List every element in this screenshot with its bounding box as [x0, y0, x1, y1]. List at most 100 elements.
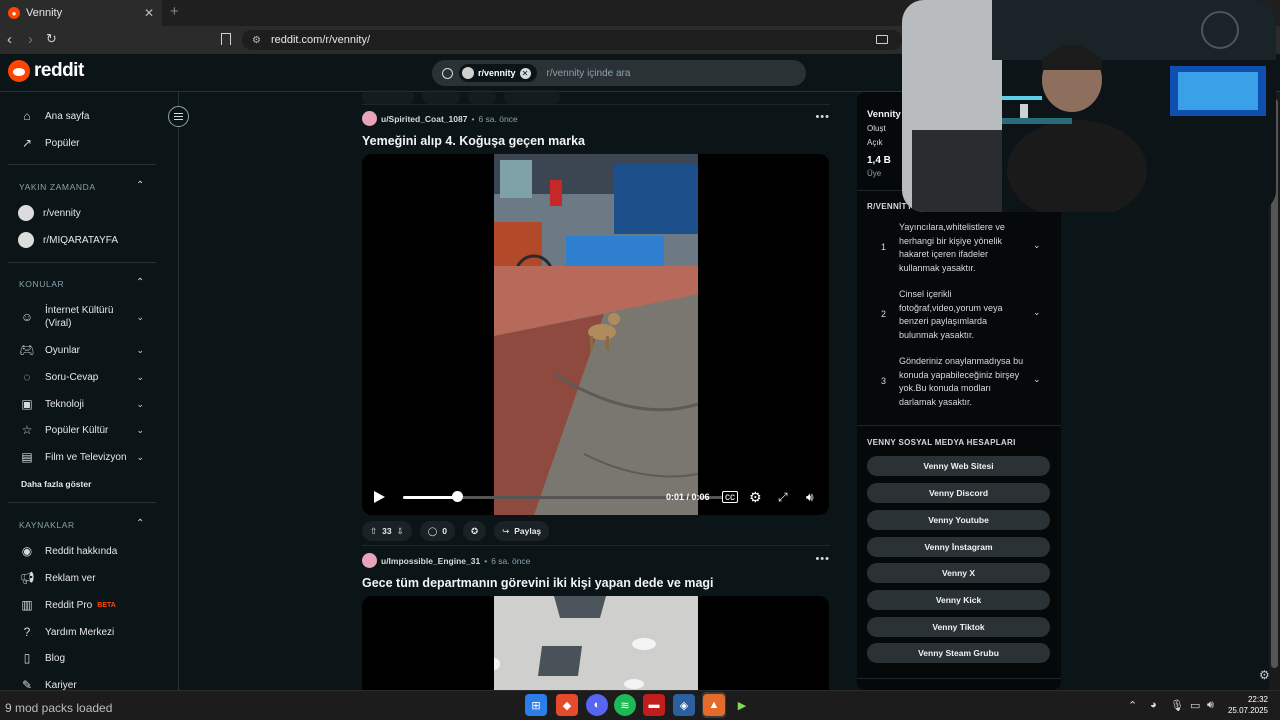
social-link-tiktok[interactable]: Venny Tiktok: [867, 617, 1050, 637]
topic-pop-culture[interactable]: ☆ Popüler Kültür ⌄: [18, 423, 144, 437]
member-count: 1,4 B: [867, 155, 891, 166]
chart-icon: ▥: [21, 598, 33, 612]
start-icon[interactable]: ⊞: [525, 694, 547, 716]
social-link-website[interactable]: Venny Web Sitesi: [867, 456, 1050, 476]
tray-app-icon[interactable]: ◕: [1150, 699, 1157, 711]
topic-film-tv[interactable]: ▤ Film ve Televizyon ⌄: [18, 450, 144, 464]
collapse-sidebar-button[interactable]: [168, 106, 189, 127]
resource-about[interactable]: ◉ Reddit hakkında: [18, 544, 158, 558]
community-name: Vennity: [867, 109, 901, 120]
social-link-instagram[interactable]: Venny İnstagram: [867, 537, 1050, 557]
search-scope-chip[interactable]: r/vennity ✕: [459, 64, 537, 82]
stream-app-icon[interactable]: ▶: [731, 694, 753, 716]
user-avatar[interactable]: [362, 111, 377, 126]
user-avatar[interactable]: [362, 553, 377, 568]
url-bar[interactable]: ⚙ reddit.com/r/vennity/: [242, 30, 902, 50]
recent-section-title[interactable]: YAKIN ZAMANDA ⌃: [19, 180, 145, 192]
more-options-icon[interactable]: •••: [815, 111, 830, 123]
chip-remove-icon[interactable]: ✕: [519, 67, 531, 79]
smile-icon: ☺: [20, 310, 34, 324]
tab-title: Vennity: [26, 7, 63, 19]
search-bar[interactable]: r/vennity ✕ r/vennity içinde ara: [432, 60, 806, 86]
beta-badge: BETA: [97, 601, 116, 609]
network-app-icon[interactable]: ◈: [673, 694, 695, 716]
downvote-icon[interactable]: ⇩: [397, 526, 404, 537]
brave-icon[interactable]: ◆: [556, 694, 578, 716]
resources-section-title[interactable]: KAYNAKLAR ⌃: [19, 518, 145, 530]
social-link-steam[interactable]: Venny Steam Grubu: [867, 643, 1050, 663]
prev-award-pill[interactable]: [468, 90, 496, 104]
settings-gear-icon[interactable]: ⚙: [749, 489, 762, 506]
new-tab-button[interactable]: +: [170, 3, 179, 20]
resource-advertise[interactable]: 📢︎ Reklam ver: [18, 571, 158, 585]
resource-reddit-pro[interactable]: ▥ Reddit Pro BETA: [18, 598, 158, 612]
topics-section-title[interactable]: KONULAR ⌃: [19, 277, 145, 289]
topic-internet-culture[interactable]: ☺ İnternet Kültürü (Viral) ⌄: [18, 304, 144, 330]
bookmark-icon[interactable]: [221, 33, 231, 45]
settings-gear-icon[interactable]: ⚙: [1259, 668, 1270, 682]
post-title[interactable]: Yemeğini alıp 4. Koğuşa geçen marka: [362, 134, 830, 148]
topic-technology[interactable]: ▣ Teknoloji ⌄: [18, 397, 144, 411]
display-icon[interactable]: ▭: [1190, 699, 1200, 712]
captions-icon[interactable]: cc: [722, 491, 738, 503]
tab-close-icon[interactable]: ✕: [144, 6, 154, 20]
tab-vennity[interactable]: ● Vennity ✕: [0, 0, 162, 26]
clock-time: 22:32: [1247, 695, 1268, 704]
microphone-icon[interactable]: 🎙︎: [1170, 699, 1184, 712]
site-info-icon[interactable]: ⚙: [252, 35, 261, 46]
nav-home[interactable]: ⌂ Ana sayfa: [18, 109, 158, 123]
social-link-x[interactable]: Venny X: [867, 563, 1050, 583]
reddit-logo[interactable]: reddit: [8, 60, 84, 82]
post-card[interactable]: u/Spirited_Coat_1087 • 6 sa. önce ••• Ye…: [362, 111, 830, 541]
play-icon[interactable]: [374, 491, 385, 503]
search-input[interactable]: r/vennity içinde ara: [547, 68, 631, 79]
discord-icon[interactable]: ◐: [586, 694, 608, 716]
award-button[interactable]: ✪: [462, 521, 487, 541]
recent-item-label: r/vennity: [43, 207, 81, 219]
volume-icon[interactable]: 🔊︎: [1207, 699, 1214, 712]
rule-number: 2: [881, 309, 887, 319]
reload-icon[interactable]: ↻: [46, 31, 57, 47]
upvote-icon[interactable]: ⇧: [370, 526, 377, 537]
recent-item-vennity[interactable]: r/vennity: [18, 205, 158, 221]
show-more-link[interactable]: Daha fazla göster: [21, 479, 91, 489]
rule-text: Gönderiniz onaylanmadıysa bu konuda yapa…: [899, 356, 1024, 407]
active-app-icon[interactable]: ▲: [703, 694, 725, 716]
topic-games[interactable]: 🎮︎ Oyunlar ⌄: [18, 343, 144, 357]
prev-share-pill[interactable]: [504, 90, 560, 104]
tray-chevron-up-icon[interactable]: ⌃: [1128, 699, 1137, 712]
volume-icon[interactable]: 🔊︎: [806, 490, 814, 505]
topic-label: Teknoloji: [45, 398, 84, 410]
logo-text: reddit: [34, 60, 84, 81]
nav-popular[interactable]: ↗ Popüler: [18, 136, 158, 150]
prev-vote-pill[interactable]: [362, 90, 414, 104]
social-link-youtube[interactable]: Venny Youtube: [867, 510, 1050, 530]
topic-qa[interactable]: ◌ Soru-Cevap ⌄: [18, 370, 144, 384]
more-options-icon[interactable]: •••: [815, 553, 830, 565]
post-author[interactable]: u/Spirited_Coat_1087: [381, 114, 467, 124]
recent-item-miqaratayfa[interactable]: r/MIQARATAYFA: [18, 232, 158, 248]
cast-icon[interactable]: [876, 35, 888, 44]
taskbar-clock[interactable]: 22:32 25.07.2025: [1226, 694, 1268, 716]
social-link-discord[interactable]: Venny Discord: [867, 483, 1050, 503]
back-icon[interactable]: ‹: [7, 31, 12, 48]
post-author[interactable]: u/Impossible_Engine_31: [381, 556, 480, 566]
resource-label: Reddit hakkında: [45, 545, 118, 557]
video-player[interactable]: 0:01 / 0:06 cc ⚙ ⤢ 🔊︎: [362, 154, 829, 515]
social-link-kick[interactable]: Venny Kick: [867, 590, 1050, 610]
recent-title-text: YAKIN ZAMANDA: [19, 182, 96, 192]
video-scrubber-handle[interactable]: [452, 491, 464, 502]
fullscreen-icon[interactable]: ⤢: [778, 490, 788, 505]
resource-blog[interactable]: ▯ Blog: [18, 651, 158, 665]
forward-icon[interactable]: ›: [28, 31, 33, 48]
sidebar-divider: [857, 425, 1061, 426]
spotify-icon[interactable]: ≋: [614, 694, 636, 716]
comments-button[interactable]: ◯ 0: [419, 521, 455, 541]
post-title[interactable]: Gece tüm departmanın görevini iki kişi y…: [362, 576, 830, 590]
app-icon[interactable]: ▬: [643, 694, 665, 716]
resource-help[interactable]: ? Yardım Merkezi: [18, 625, 158, 639]
prev-comment-pill[interactable]: [422, 90, 460, 104]
resource-label: Yardım Merkezi: [45, 626, 115, 638]
rule-number: 1: [881, 242, 887, 252]
share-button[interactable]: ↪ Paylaş: [494, 521, 550, 541]
